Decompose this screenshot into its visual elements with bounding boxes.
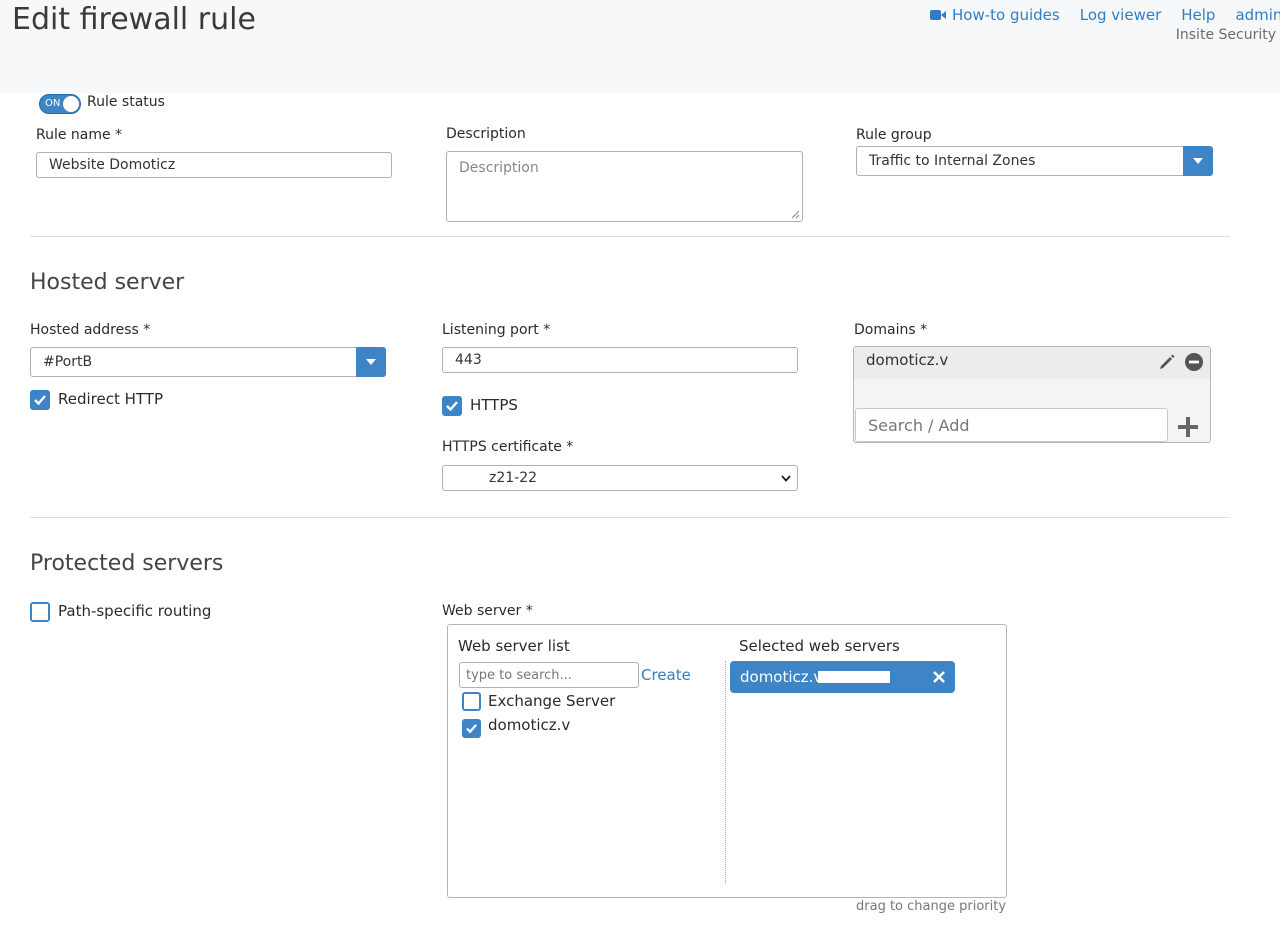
web-server-item-label: Exchange Server xyxy=(488,692,616,710)
create-web-server-link[interactable]: Create xyxy=(641,666,691,684)
listening-port-input[interactable]: 443 xyxy=(442,347,798,373)
rule-group-label: Rule group xyxy=(856,127,932,143)
nav-how-to-guides-label: How-to guides xyxy=(952,6,1060,24)
caret-down-icon xyxy=(366,359,376,365)
path-routing-checkbox[interactable] xyxy=(30,602,50,622)
https-label: HTTPS xyxy=(470,396,518,414)
hosted-address-select[interactable]: #PortB xyxy=(30,347,357,377)
web-server-panel: Web server list type to search... Create… xyxy=(447,624,1007,898)
rule-group-value: Traffic to Internal Zones xyxy=(869,153,1036,169)
rule-name-value: Website Domoticz xyxy=(49,157,176,173)
description-placeholder: Description xyxy=(459,160,539,176)
organization-name: Insite Security xyxy=(1175,27,1276,43)
hosted-address-dropdown-button[interactable] xyxy=(356,347,386,377)
domains-panel: domoticz.v Search / Add xyxy=(853,346,1211,443)
plus-icon[interactable] xyxy=(1176,415,1200,439)
description-textarea[interactable]: Description xyxy=(446,151,803,222)
nav-help[interactable]: Help xyxy=(1181,6,1215,24)
hosted-server-title: Hosted server xyxy=(30,270,185,295)
rule-status-label: Rule status xyxy=(87,94,165,110)
page-title: Edit firewall rule xyxy=(12,2,256,37)
chevron-down-icon xyxy=(781,475,791,482)
list-separator xyxy=(725,661,726,883)
listening-port-label: Listening port * xyxy=(442,322,551,338)
video-camera-icon xyxy=(930,10,946,20)
path-routing-label: Path-specific routing xyxy=(58,602,212,620)
resize-handle-icon[interactable] xyxy=(791,210,800,219)
rule-group-dropdown-button[interactable] xyxy=(1183,146,1213,176)
https-checkbox[interactable] xyxy=(442,396,462,416)
redaction-mark xyxy=(818,671,890,683)
hosted-address-label: Hosted address * xyxy=(30,322,151,338)
domains-label: Domains * xyxy=(854,322,928,338)
section-divider xyxy=(30,517,1230,518)
selected-web-servers-title: Selected web servers xyxy=(739,637,900,655)
section-divider xyxy=(30,236,1230,237)
description-label: Description xyxy=(446,126,526,142)
nav-admin-menu[interactable]: admin xyxy=(1235,6,1280,24)
rule-status-toggle[interactable]: ON xyxy=(39,94,81,114)
hosted-address-value: #PortB xyxy=(43,354,93,370)
web-server-item-checkbox[interactable] xyxy=(462,692,481,711)
rule-name-label: Rule name * xyxy=(36,127,123,143)
domain-search-input[interactable]: Search / Add xyxy=(855,408,1168,442)
drag-priority-hint: drag to change priority xyxy=(856,899,1007,914)
remove-circle-icon[interactable] xyxy=(1184,352,1204,372)
https-certificate-label: HTTPS certificate * xyxy=(442,439,574,455)
selected-web-server-label: domoticz.v xyxy=(740,668,823,686)
checkmark-icon xyxy=(466,724,477,734)
nav-admin-label: admin xyxy=(1235,6,1280,24)
rule-name-input[interactable]: Website Domoticz xyxy=(36,152,392,178)
redirect-http-label: Redirect HTTP xyxy=(58,390,164,408)
checkmark-icon xyxy=(34,395,46,406)
https-certificate-value: z21-22 xyxy=(489,470,538,486)
domain-entry-text: domoticz.v xyxy=(866,351,949,369)
web-server-label: Web server * xyxy=(442,603,533,619)
top-navigation: How-to guides Log viewer Help admin xyxy=(930,6,1280,24)
nav-how-to-guides[interactable]: How-to guides xyxy=(930,6,1060,24)
rule-group-select[interactable]: Traffic to Internal Zones xyxy=(856,146,1184,176)
web-server-list-title: Web server list xyxy=(458,637,570,655)
https-certificate-select[interactable]: z21-22 xyxy=(442,465,798,491)
nav-log-viewer[interactable]: Log viewer xyxy=(1080,6,1162,24)
domain-search-placeholder: Search / Add xyxy=(868,415,970,435)
selected-web-server-chip[interactable]: domoticz.v xyxy=(730,661,955,693)
pencil-icon[interactable] xyxy=(1158,353,1176,371)
protected-servers-title: Protected servers xyxy=(30,551,224,576)
caret-down-icon xyxy=(1193,158,1203,164)
domain-entry-row[interactable]: domoticz.v xyxy=(854,347,1210,379)
toggle-knob xyxy=(63,96,79,112)
web-server-item-label: domoticz.v xyxy=(488,716,571,734)
listening-port-value: 443 xyxy=(455,352,482,368)
close-icon[interactable] xyxy=(932,670,946,684)
web-server-item-checkbox[interactable] xyxy=(462,719,481,738)
checkmark-icon xyxy=(446,401,458,412)
toggle-state-text: ON xyxy=(45,98,61,109)
web-server-search-placeholder: type to search... xyxy=(466,667,572,683)
web-server-search-input[interactable]: type to search... xyxy=(459,662,639,688)
redirect-http-checkbox[interactable] xyxy=(30,390,50,410)
